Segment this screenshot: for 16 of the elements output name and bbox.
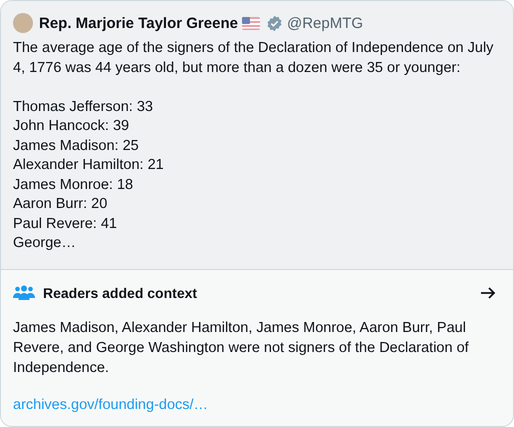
list-line: Alexander Hamilton: 21 bbox=[13, 156, 165, 175]
list-line: James Madison: 25 bbox=[13, 136, 140, 156]
source-link[interactable]: archives.gov/founding-docs/… bbox=[13, 397, 208, 413]
list-line: George… bbox=[13, 234, 77, 253]
flag-icon bbox=[242, 16, 260, 30]
context-note: James Madison, Alexander Hamilton, James Monroe, Aaron Burr, Paul Revere, and George Washington were not signers of the Declaration of Independence. bbox=[13, 319, 470, 378]
list-line: John Hancock: 39 bbox=[13, 117, 130, 136]
list-line: Paul Revere: 41 bbox=[13, 214, 118, 234]
author-name[interactable]: Rep. Marjorie Taylor Greene bbox=[39, 14, 238, 32]
list-line: Thomas Jefferson: 33 bbox=[13, 98, 154, 116]
people-icon bbox=[13, 285, 35, 301]
list-line: Aaron Burr: 20 bbox=[13, 195, 108, 214]
list-line: James Monroe: 18 bbox=[13, 176, 134, 194]
context-title: Readers added context bbox=[43, 285, 198, 301]
user-handle[interactable]: @RepMTG bbox=[286, 14, 364, 32]
post-text: The average age of the signers of the Declaration of Independence on July 4, 1776 was 44 years old, but more than a dozen were 35 or younger: bbox=[13, 39, 494, 78]
